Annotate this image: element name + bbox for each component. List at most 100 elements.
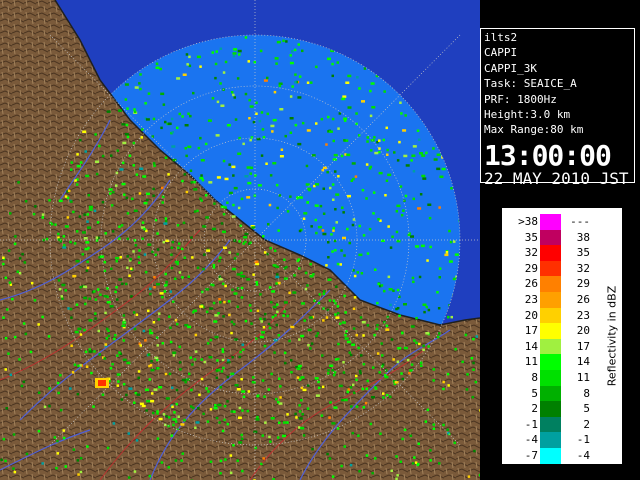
echo-pixel	[183, 173, 187, 176]
echo-pixel	[398, 140, 401, 144]
echo-pixel	[369, 114, 373, 118]
echo-pixel	[230, 410, 233, 413]
echo-pixel	[399, 101, 402, 104]
echo-pixel	[436, 153, 441, 156]
echo-pixel	[297, 43, 300, 46]
echo-pixel	[378, 371, 381, 374]
echo-pixel	[340, 464, 343, 468]
legend-color-swatch	[540, 245, 561, 261]
echo-pixel	[224, 60, 228, 64]
echo-pixel	[387, 275, 391, 279]
echo-pixel	[337, 312, 340, 315]
echo-pixel	[387, 173, 392, 177]
echo-pixel	[290, 359, 293, 362]
echo-pixel	[262, 235, 265, 238]
echo-pixel	[200, 377, 204, 381]
echo-pixel	[133, 209, 138, 212]
echo-pixel	[127, 476, 131, 479]
echo-pixel	[223, 418, 226, 422]
legend-row: 23 26	[503, 292, 603, 308]
echo-pixel	[95, 239, 99, 242]
echo-pixel	[464, 333, 468, 337]
legend-row: 29 32	[503, 260, 603, 277]
echo-pixel	[165, 397, 170, 400]
echo-pixel	[171, 386, 174, 389]
echo-pixel	[94, 312, 97, 315]
echo-pixel	[212, 283, 215, 287]
echo-pixel	[61, 283, 66, 287]
echo-pixel	[84, 150, 87, 153]
echo-pixel	[436, 335, 440, 339]
echo-pixel	[164, 220, 168, 223]
echo-pixel	[141, 221, 145, 224]
echo-pixel	[432, 423, 435, 426]
echo-pixel	[376, 323, 379, 327]
echo-pixel	[248, 98, 251, 102]
echo-pixel	[388, 288, 393, 291]
echo-pixel	[92, 405, 95, 408]
echo-pixel	[147, 353, 151, 356]
echo-pixel	[352, 307, 356, 310]
echo-pixel	[193, 358, 197, 361]
echo-pixel	[240, 286, 244, 290]
echo-pixel	[327, 115, 330, 119]
echo-pixel	[137, 370, 141, 373]
echo-pixel	[244, 240, 247, 244]
echo-pixel	[293, 48, 297, 52]
echo-pixel	[331, 250, 334, 253]
echo-pixel	[136, 393, 141, 396]
product-id: CAPPI_3K	[484, 61, 537, 75]
echo-pixel	[366, 379, 369, 383]
echo-pixel	[389, 246, 393, 249]
strong-echo-cell	[95, 378, 109, 388]
echo-pixel	[255, 262, 260, 266]
echo-pixel	[177, 246, 180, 250]
echo-pixel	[204, 142, 208, 146]
legend-low-value: 32	[524, 246, 538, 260]
echo-pixel	[64, 289, 67, 292]
echo-pixel	[64, 465, 67, 468]
echo-pixel	[118, 278, 123, 281]
echo-pixel	[474, 380, 478, 384]
echo-pixel	[439, 175, 444, 178]
echo-pixel	[300, 196, 303, 199]
echo-pixel	[264, 312, 267, 316]
legend-color-swatch	[540, 448, 561, 464]
echo-pixel	[191, 363, 194, 366]
echo-pixel	[56, 452, 60, 455]
echo-pixel	[236, 305, 239, 308]
echo-pixel	[88, 348, 91, 351]
echo-pixel	[351, 431, 354, 435]
echo-pixel	[401, 331, 404, 334]
echo-pixel	[246, 196, 251, 199]
echo-pixel	[34, 205, 37, 208]
echo-pixel	[311, 447, 314, 451]
echo-pixel	[436, 167, 441, 171]
echo-pixel	[320, 414, 324, 417]
radar-map[interactable]	[0, 0, 480, 480]
echo-pixel	[223, 404, 227, 408]
radar-map-view[interactable]	[0, 0, 480, 480]
echo-pixel	[186, 63, 189, 66]
echo-pixel	[326, 452, 329, 456]
echo-pixel	[286, 314, 289, 318]
echo-pixel	[132, 164, 135, 167]
echo-pixel	[9, 212, 12, 215]
echo-pixel	[199, 305, 204, 308]
echo-pixel	[203, 360, 206, 364]
echo-pixel	[297, 142, 302, 146]
echo-pixel	[421, 154, 426, 157]
echo-pixel	[219, 47, 223, 50]
echo-pixel	[400, 112, 403, 115]
echo-pixel	[322, 319, 325, 322]
echo-pixel	[335, 193, 340, 196]
echo-pixel	[126, 255, 129, 258]
echo-pixel	[217, 312, 220, 315]
echo-pixel	[337, 342, 340, 346]
echo-pixel	[232, 322, 236, 326]
echo-pixel	[289, 54, 292, 57]
echo-pixel	[393, 151, 396, 154]
echo-pixel	[315, 334, 318, 338]
echo-pixel	[118, 237, 121, 240]
echo-pixel	[194, 426, 197, 429]
